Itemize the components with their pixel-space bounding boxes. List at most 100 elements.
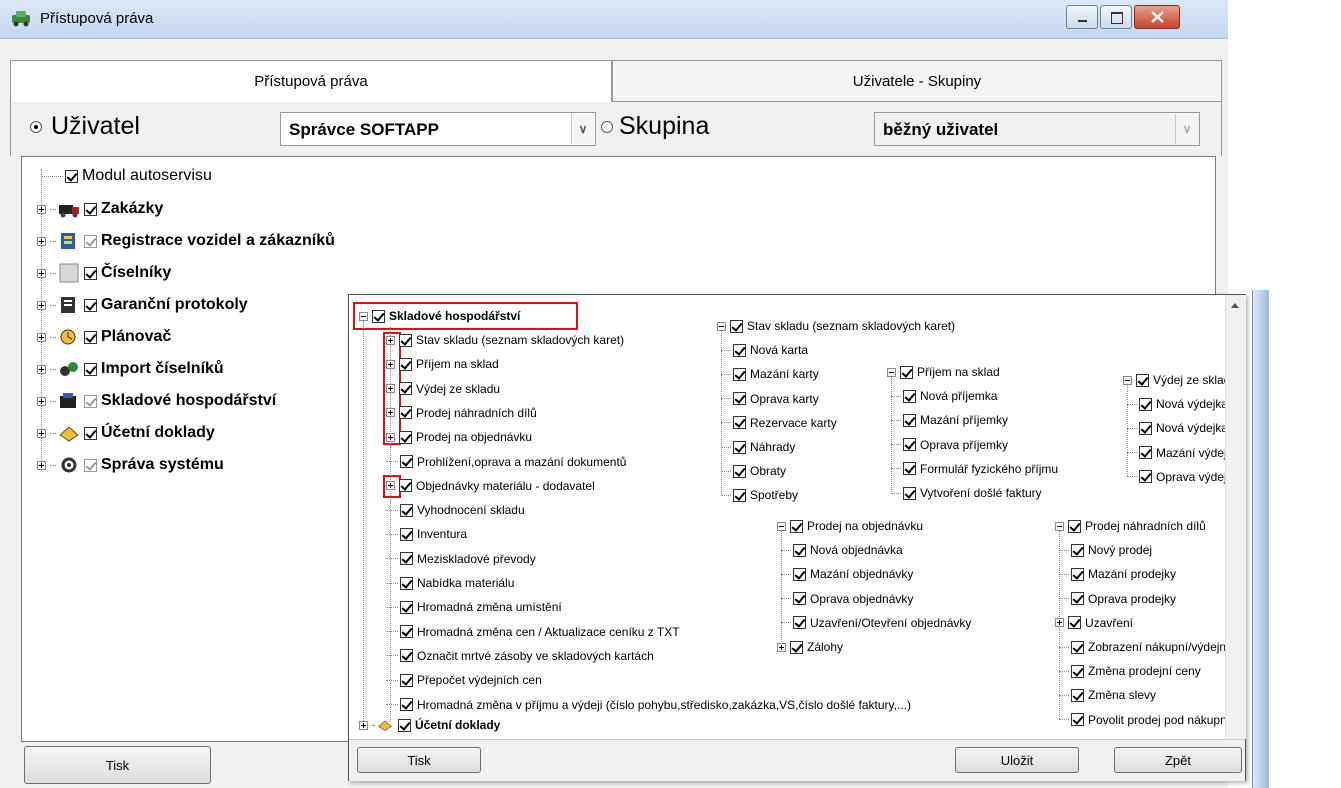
group-order-sales-item[interactable]: Nová objednávka bbox=[781, 543, 903, 557]
checkbox[interactable] bbox=[400, 673, 413, 687]
checkbox[interactable] bbox=[399, 333, 412, 347]
checkbox[interactable] bbox=[730, 319, 743, 333]
checkbox[interactable] bbox=[1068, 519, 1081, 533]
tree-item-warranty[interactable]: Garanční protokoly bbox=[37, 295, 248, 315]
tree-item-planner[interactable]: Plánovač bbox=[37, 327, 171, 347]
group-parts-sales-item[interactable]: Nový prodej bbox=[1059, 543, 1152, 557]
group-order-sales-item[interactable]: Uzavření/Otevření objednávky bbox=[781, 616, 971, 630]
print-button[interactable]: Tisk bbox=[24, 746, 211, 784]
checkbox[interactable] bbox=[1071, 567, 1084, 581]
checkbox[interactable] bbox=[793, 543, 806, 557]
vertical-scrollbar[interactable] bbox=[1225, 295, 1246, 739]
checkbox[interactable] bbox=[903, 413, 916, 427]
minimize-button[interactable] bbox=[1066, 5, 1098, 29]
group-parts-sales-item[interactable]: Povolit prodej pod nákupní ceny bbox=[1059, 713, 1225, 727]
expand-icon[interactable] bbox=[1055, 618, 1064, 628]
tree-item-accounting[interactable]: Účetní doklady bbox=[359, 718, 500, 732]
group-issue-item[interactable]: Nová výdejka ze skladu bbox=[1127, 397, 1225, 411]
group-order-sales-item[interactable]: Zálohy bbox=[777, 640, 843, 654]
expand-icon[interactable] bbox=[386, 432, 395, 442]
checkbox[interactable] bbox=[399, 382, 412, 396]
group-issue-item[interactable]: Nová výdejka ze servisu bbox=[1127, 421, 1225, 435]
group-receipt-item[interactable]: Nová příjemka bbox=[891, 389, 997, 403]
close-button[interactable] bbox=[1134, 5, 1180, 29]
expand-icon[interactable] bbox=[37, 364, 46, 374]
popup-tree-item[interactable]: Nabídka materiálu bbox=[386, 576, 514, 590]
popup-print-button[interactable]: Tisk bbox=[357, 747, 481, 773]
group-stock-status-item[interactable]: Rezervace karty bbox=[721, 416, 837, 430]
expand-icon[interactable] bbox=[386, 408, 395, 418]
group-receipt-item[interactable]: Formulář fyzického příjmu bbox=[891, 462, 1058, 476]
checkbox[interactable] bbox=[903, 462, 916, 476]
group-issue-item[interactable]: Mazání výdejky bbox=[1127, 446, 1225, 460]
checkbox[interactable] bbox=[400, 455, 413, 468]
popup-tree-item[interactable]: Hromadná změna cen / Aktualizace ceníku … bbox=[386, 625, 680, 639]
checkbox[interactable] bbox=[793, 567, 806, 581]
checkbox[interactable] bbox=[903, 486, 916, 500]
popup-tree-item[interactable]: Meziskladové převody bbox=[386, 552, 536, 566]
popup-tree-item[interactable]: Stav skladu (seznam skladových karet) bbox=[386, 333, 624, 347]
tree-item-orders[interactable]: Zakázky bbox=[37, 199, 163, 219]
chevron-down-icon[interactable]: ∨ bbox=[1175, 114, 1198, 144]
checkbox[interactable] bbox=[1139, 397, 1152, 411]
expand-icon[interactable] bbox=[386, 335, 395, 345]
popup-tree-item[interactable]: Prohlížení,oprava a mazání dokumentů bbox=[386, 455, 626, 469]
tree-item-system[interactable]: Správa systému bbox=[37, 455, 224, 475]
checkbox[interactable] bbox=[84, 362, 97, 376]
expand-icon[interactable] bbox=[37, 268, 46, 278]
chevron-down-icon[interactable]: ∨ bbox=[571, 114, 594, 144]
checkbox[interactable] bbox=[400, 552, 413, 566]
expand-icon[interactable] bbox=[359, 720, 368, 730]
checkbox[interactable] bbox=[790, 519, 803, 533]
popup-tree-item[interactable]: Prodej náhradních dílů bbox=[386, 406, 537, 420]
checkbox[interactable] bbox=[84, 266, 97, 280]
tab-users-groups[interactable]: Uživatele - Skupiny bbox=[612, 60, 1222, 102]
group-select[interactable]: běžný uživatel ∨ bbox=[874, 112, 1200, 146]
group-stock-status-item[interactable]: Spotřeby bbox=[721, 488, 798, 502]
user-radio[interactable] bbox=[30, 121, 42, 133]
tree-item-import[interactable]: Import číselníků bbox=[37, 359, 224, 379]
checkbox[interactable] bbox=[1071, 640, 1084, 654]
collapse-icon[interactable] bbox=[717, 321, 726, 331]
checkbox[interactable] bbox=[400, 625, 413, 639]
expand-icon[interactable] bbox=[37, 300, 46, 310]
popup-tree-item[interactable]: Prodej na objednávku bbox=[386, 430, 532, 444]
group-order-sales-item[interactable]: Mazání objednávky bbox=[781, 567, 913, 581]
expand-icon[interactable] bbox=[37, 332, 46, 342]
group-stock-status-item[interactable]: Náhrady bbox=[721, 440, 795, 454]
group-issue[interactable]: Výdej ze skladu bbox=[1123, 373, 1225, 387]
popup-tree-item[interactable]: Přepočet výdejních cen bbox=[386, 673, 542, 687]
popup-tree-item[interactable]: Označit mrtvé zásoby ve skladových kartá… bbox=[386, 649, 654, 663]
checkbox[interactable] bbox=[733, 343, 746, 357]
checkbox[interactable] bbox=[793, 592, 806, 606]
checkbox[interactable] bbox=[733, 488, 746, 502]
popup-tree-item[interactable]: Inventura bbox=[386, 527, 467, 541]
back-button[interactable]: Zpět bbox=[1114, 747, 1242, 773]
popup-tree-item[interactable]: Vyhodnocení skladu bbox=[386, 503, 525, 517]
checkbox[interactable] bbox=[1139, 421, 1152, 435]
checkbox[interactable] bbox=[399, 479, 412, 493]
checkbox[interactable] bbox=[733, 392, 746, 406]
collapse-icon[interactable] bbox=[1123, 375, 1132, 385]
checkbox[interactable] bbox=[1139, 446, 1152, 460]
checkbox[interactable] bbox=[793, 616, 806, 630]
group-order-sales[interactable]: Prodej na objednávku bbox=[777, 519, 923, 533]
checkbox[interactable] bbox=[1071, 688, 1084, 702]
tree-item-accounting[interactable]: Účetní doklady bbox=[37, 423, 215, 443]
popup-root[interactable]: Skladové hospodářství bbox=[359, 309, 520, 323]
scroll-up-icon[interactable] bbox=[1231, 303, 1239, 308]
expand-icon[interactable] bbox=[37, 396, 46, 406]
checkbox[interactable] bbox=[733, 440, 746, 454]
group-parts-sales-item[interactable]: Zobrazení nákupní/výdejní ceny bbox=[1059, 640, 1225, 654]
popup-tree-item[interactable]: Hromadná změna v příjmu a výdeji (číslo … bbox=[386, 698, 911, 712]
expand-icon[interactable] bbox=[37, 236, 46, 246]
checkbox[interactable] bbox=[399, 430, 412, 444]
group-receipt-item[interactable]: Mazání příjemky bbox=[891, 413, 1008, 427]
tree-item-lists[interactable]: Číselníky bbox=[37, 263, 171, 283]
checkbox[interactable] bbox=[399, 357, 412, 371]
checkbox[interactable] bbox=[84, 330, 97, 344]
popup-tree-item[interactable]: Objednávky materiálu - dodavatel bbox=[386, 479, 595, 493]
group-stock-status-item[interactable]: Mazání karty bbox=[721, 367, 819, 381]
checkbox[interactable] bbox=[1071, 664, 1084, 678]
checkbox[interactable] bbox=[1071, 713, 1084, 727]
